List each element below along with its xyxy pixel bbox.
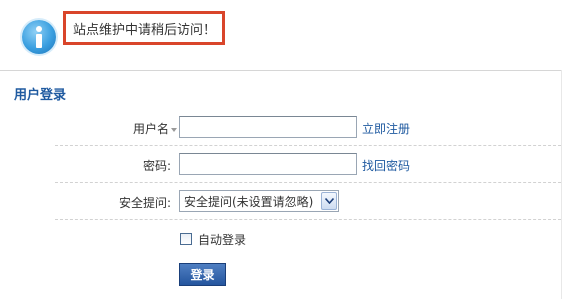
chevron-down-icon[interactable] <box>171 127 178 132</box>
register-link[interactable]: 立即注册 <box>362 120 410 137</box>
password-label: 密码: <box>143 159 172 173</box>
username-label-text: 用户名 <box>133 122 170 136</box>
info-icon <box>22 20 56 54</box>
notice-message-box: 站点维护中请稍后访问！ <box>63 11 225 45</box>
chevron-down-icon[interactable] <box>321 192 337 210</box>
username-input[interactable] <box>179 116 357 138</box>
security-question-select[interactable]: 安全提问(未设置请忽略) <box>179 190 339 212</box>
divider <box>0 70 562 71</box>
notice-message: 站点维护中请稍后访问！ <box>73 22 217 38</box>
row-divider <box>55 219 561 220</box>
auto-login-checkbox[interactable] <box>180 233 192 245</box>
section-title: 用户登录 <box>14 88 67 103</box>
username-label: 用户名 <box>133 120 178 137</box>
notice-area: 站点维护中请稍后访问！ <box>0 0 562 70</box>
auto-login-label[interactable]: 自动登录 <box>198 231 246 248</box>
row-divider <box>55 145 561 146</box>
login-button[interactable]: 登录 <box>179 263 226 286</box>
question-label: 安全提问: <box>119 196 172 210</box>
row-divider <box>55 182 561 183</box>
password-input[interactable] <box>179 153 357 175</box>
forgot-password-link[interactable]: 找回密码 <box>362 157 410 174</box>
security-question-value: 安全提问(未设置请忽略) <box>184 194 314 209</box>
